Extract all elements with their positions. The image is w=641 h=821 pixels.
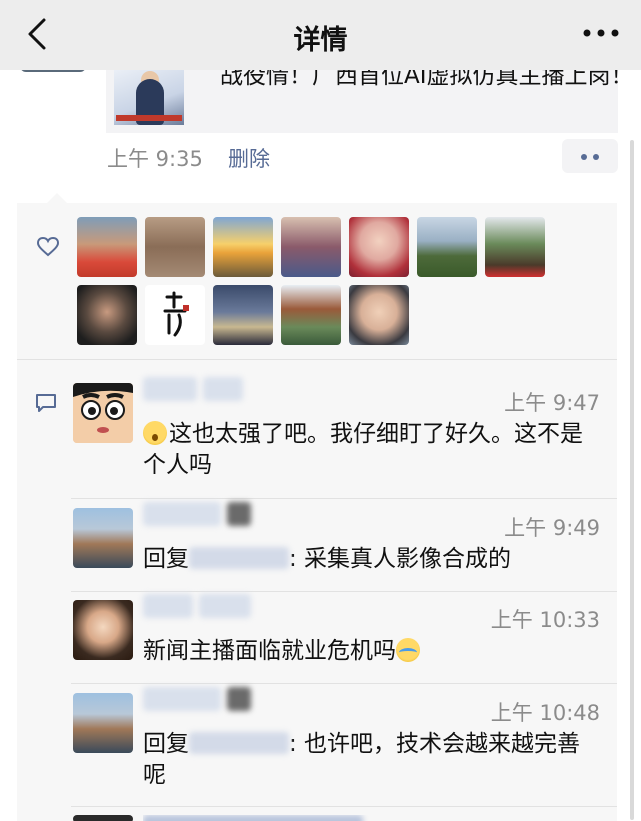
- like-avatar[interactable]: [77, 285, 137, 345]
- comment-item[interactable]: 上午 10:33 新闻主播面临就业危机吗: [71, 594, 617, 680]
- shocked-face-icon: [143, 421, 167, 445]
- nav-bar: 详情: [0, 0, 641, 70]
- comment-text: 回复: 采集真人影像合成的: [143, 546, 512, 572]
- comment-text: 这也太强了吧。我仔细盯了好久。这不是个人吗: [143, 421, 583, 478]
- like-avatar[interactable]: [485, 217, 545, 277]
- comment-item[interactable]: 上午 9:47 这也太强了吧。我仔细盯了好久。这不是个人吗: [71, 377, 617, 493]
- more-options-icon[interactable]: [581, 18, 621, 48]
- commenter-name-redacted[interactable]: [143, 502, 257, 532]
- heart-icon: [37, 237, 59, 257]
- comment-divider: [71, 806, 617, 807]
- crying-laughing-face-icon: [396, 638, 420, 662]
- article-thumbnail: [114, 65, 184, 125]
- calligraphy-logo-icon: [163, 291, 189, 337]
- comment-divider: [71, 683, 617, 684]
- like-avatar[interactable]: [349, 217, 409, 277]
- reply-target-redacted[interactable]: [189, 547, 289, 569]
- comment-item[interactable]: 上午 9:49 回复: 采集真人影像合成的: [71, 502, 617, 588]
- commenter-name-redacted[interactable]: [143, 687, 257, 717]
- like-avatar[interactable]: [77, 217, 137, 277]
- comment-timestamp: 上午 10:33: [490, 608, 600, 632]
- like-avatar[interactable]: [145, 217, 205, 277]
- delete-link[interactable]: 删除: [228, 143, 270, 173]
- scroll-indicator[interactable]: [630, 140, 634, 820]
- commenter-name-redacted[interactable]: [143, 594, 257, 624]
- post-timestamp: 上午 9:35: [107, 147, 203, 171]
- like-avatar[interactable]: [281, 217, 341, 277]
- comment-text: 回复: 也许吧，技术会越来越完善呢: [143, 731, 581, 788]
- comment-timestamp: 上午 9:49: [504, 516, 600, 540]
- comment-timestamp: 上午 10:48: [490, 701, 600, 725]
- commenter-avatar[interactable]: [73, 693, 133, 753]
- commenter-avatar[interactable]: [73, 600, 133, 660]
- reply-target-redacted[interactable]: [189, 732, 289, 754]
- like-comment-button[interactable]: [562, 139, 618, 173]
- comment-bubble-icon: [36, 394, 56, 412]
- comment-divider: [71, 498, 617, 499]
- commenter-name-redacted[interactable]: [143, 815, 369, 821]
- comment-item[interactable]: 上午 10:48 回复: 也许吧，技术会越来越完善呢: [71, 687, 617, 803]
- like-avatar[interactable]: [145, 285, 205, 345]
- cartoon-face-icon: [73, 383, 133, 443]
- commenter-avatar[interactable]: [73, 815, 133, 821]
- comment-divider: [71, 591, 617, 592]
- comment-item[interactable]: [71, 815, 617, 821]
- likes-divider: [17, 359, 617, 360]
- comment-timestamp: 上午 9:47: [504, 391, 600, 415]
- like-avatar[interactable]: [213, 285, 273, 345]
- commenter-avatar[interactable]: [73, 383, 133, 443]
- page-title: 详情: [293, 25, 348, 56]
- commenter-name-redacted[interactable]: [143, 377, 249, 407]
- like-avatar[interactable]: [349, 285, 409, 345]
- comment-text: 新闻主播面临就业危机吗: [143, 636, 603, 667]
- like-avatar[interactable]: [417, 217, 477, 277]
- like-avatar[interactable]: [213, 217, 273, 277]
- social-panel: 上午 9:47 这也太强了吧。我仔细盯了好久。这不是个人吗 上午 9:49 回复…: [17, 193, 617, 821]
- like-avatar[interactable]: [281, 285, 341, 345]
- commenter-avatar[interactable]: [73, 508, 133, 568]
